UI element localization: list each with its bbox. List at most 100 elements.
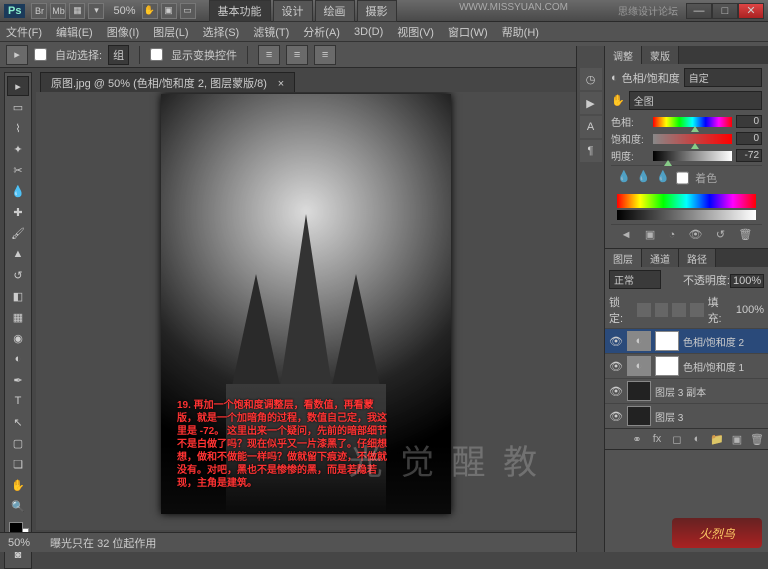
eyedrop-tool[interactable]: 💧 bbox=[7, 181, 29, 201]
dodge-tool[interactable]: ◐ bbox=[7, 349, 29, 369]
mask-tab[interactable]: 蒙版 bbox=[642, 46, 679, 64]
vis-icon[interactable]: 👁 bbox=[609, 335, 623, 348]
clip-icon[interactable]: ◔ bbox=[669, 229, 676, 241]
mb-icon[interactable]: Mb bbox=[50, 3, 66, 19]
align-icon3[interactable]: ≡ bbox=[314, 45, 336, 65]
align-icon2[interactable]: ≡ bbox=[286, 45, 308, 65]
vis-icon[interactable]: 👁 bbox=[609, 410, 623, 423]
dropper2-icon[interactable]: 💧 bbox=[637, 170, 651, 186]
new-layer-icon[interactable]: ▣ bbox=[730, 432, 744, 446]
vis-icon[interactable]: 👁 bbox=[609, 360, 623, 373]
layers-tab[interactable]: 图层 bbox=[605, 249, 642, 267]
auto-select-check[interactable] bbox=[34, 48, 47, 61]
range-icon[interactable]: ✋ bbox=[611, 94, 625, 107]
lock-all-icon[interactable] bbox=[690, 303, 704, 317]
adj-tab[interactable]: 调整 bbox=[605, 46, 642, 64]
close-button[interactable]: ✕ bbox=[738, 3, 764, 19]
lig-slider[interactable] bbox=[653, 151, 732, 161]
wand-tool[interactable]: ✦ bbox=[7, 139, 29, 159]
zoom-dd-icon[interactable]: ▾ bbox=[88, 3, 104, 19]
eye-icon[interactable]: 👁 bbox=[689, 228, 703, 241]
hue-value[interactable]: 0 bbox=[736, 115, 762, 128]
hand-tool[interactable]: ✋ bbox=[7, 475, 29, 495]
move-tool-icon[interactable]: ▸ bbox=[6, 45, 28, 65]
expand-icon[interactable]: ▣ bbox=[645, 228, 655, 241]
lasso-tool[interactable]: ⌇ bbox=[7, 118, 29, 138]
close-doc-icon[interactable]: × bbox=[278, 78, 284, 90]
menu-3d[interactable]: 3D(D) bbox=[354, 26, 383, 38]
strip-actions-icon[interactable]: ▶ bbox=[580, 92, 602, 114]
paths-tab[interactable]: 路径 bbox=[679, 249, 716, 267]
layer-thumb[interactable]: ◐ bbox=[627, 331, 651, 351]
eraser-tool[interactable]: ◧ bbox=[7, 286, 29, 306]
layer-mask[interactable] bbox=[655, 331, 679, 351]
layer-thumb[interactable] bbox=[627, 381, 651, 401]
fx-icon[interactable]: fx bbox=[650, 432, 664, 446]
view-icon[interactable]: ▦ bbox=[69, 3, 85, 19]
shape-tool[interactable]: ▢ bbox=[7, 433, 29, 453]
strip-para-icon[interactable]: ¶ bbox=[580, 140, 602, 162]
blend-mode-dd[interactable]: 正常 bbox=[609, 270, 661, 289]
fill-value[interactable]: 100% bbox=[736, 304, 764, 316]
link-icon[interactable]: ⚭ bbox=[630, 432, 644, 446]
lock-pix-icon[interactable] bbox=[655, 303, 669, 317]
layer-row[interactable]: 👁 ◐ 色相/饱和度 1 bbox=[605, 353, 768, 378]
auto-select-dd[interactable]: 组 bbox=[108, 45, 129, 65]
lig-value[interactable]: -72 bbox=[736, 149, 762, 162]
document-tab[interactable]: 原图.jpg @ 50% (色相/饱和度 2, 图层蒙版/8) × bbox=[40, 72, 295, 93]
hue-slider[interactable] bbox=[653, 117, 732, 127]
menu-help[interactable]: 帮助(H) bbox=[502, 24, 539, 40]
mask-new-icon[interactable]: ◻ bbox=[670, 432, 684, 446]
arrange-icon[interactable]: ▣ bbox=[161, 3, 177, 19]
bridge-icon[interactable]: Br bbox=[31, 3, 47, 19]
stamp-tool[interactable]: ▲ bbox=[7, 244, 29, 264]
range-dd[interactable]: 全图 bbox=[629, 91, 762, 110]
reset-icon[interactable]: ↺ bbox=[716, 228, 725, 241]
history-tool[interactable]: ↺ bbox=[7, 265, 29, 285]
layer-row[interactable]: 👁 ◐ 色相/饱和度 2 bbox=[605, 328, 768, 353]
sat-value[interactable]: 0 bbox=[736, 132, 762, 145]
layer-mask[interactable] bbox=[655, 356, 679, 376]
3d-tool[interactable]: ❏ bbox=[7, 454, 29, 474]
blur-tool[interactable]: ◉ bbox=[7, 328, 29, 348]
ws-tab-photo[interactable]: 摄影 bbox=[357, 0, 397, 22]
layer-thumb[interactable] bbox=[627, 406, 651, 426]
transform-check[interactable] bbox=[150, 48, 163, 61]
align-icon[interactable]: ≡ bbox=[258, 45, 280, 65]
heal-tool[interactable]: ✚ bbox=[7, 202, 29, 222]
menu-layer[interactable]: 图层(L) bbox=[153, 24, 188, 40]
sat-slider[interactable] bbox=[653, 134, 732, 144]
adj-new-icon[interactable]: ◐ bbox=[690, 432, 704, 446]
menu-edit[interactable]: 编辑(E) bbox=[56, 24, 93, 40]
lock-pos-icon[interactable] bbox=[672, 303, 686, 317]
strip-char-icon[interactable]: A bbox=[580, 116, 602, 138]
gradient-tool[interactable]: ▦ bbox=[7, 307, 29, 327]
max-button[interactable]: □ bbox=[712, 3, 738, 19]
path-tool[interactable]: ↖ bbox=[7, 412, 29, 432]
back-icon[interactable]: ◄ bbox=[621, 229, 632, 241]
menu-view[interactable]: 视图(V) bbox=[397, 24, 434, 40]
opacity-value[interactable]: 100% bbox=[730, 274, 764, 288]
group-icon[interactable]: 📁 bbox=[710, 432, 724, 446]
menu-filter[interactable]: 滤镜(T) bbox=[253, 24, 289, 40]
layer-row[interactable]: 👁 图层 3 bbox=[605, 403, 768, 428]
marquee-tool[interactable]: ▭ bbox=[7, 97, 29, 117]
menu-image[interactable]: 图像(I) bbox=[107, 24, 139, 40]
trash-icon[interactable]: 🗑 bbox=[738, 228, 752, 241]
crop-tool[interactable]: ✂ bbox=[7, 160, 29, 180]
brush-tool[interactable]: 🖌 bbox=[7, 223, 29, 243]
layer-thumb[interactable]: ◐ bbox=[627, 356, 651, 376]
channels-tab[interactable]: 通道 bbox=[642, 249, 679, 267]
ws-tab-design[interactable]: 设计 bbox=[273, 0, 313, 22]
type-tool[interactable]: T bbox=[7, 391, 29, 411]
lock-trans-icon[interactable] bbox=[637, 303, 651, 317]
menu-file[interactable]: 文件(F) bbox=[6, 24, 42, 40]
menu-select[interactable]: 选择(S) bbox=[203, 24, 240, 40]
zoom-tool[interactable]: 🔍 bbox=[7, 496, 29, 516]
hand-icon[interactable]: ✋ bbox=[142, 3, 158, 19]
pen-tool[interactable]: ✒ bbox=[7, 370, 29, 390]
colorize-check[interactable] bbox=[676, 170, 689, 186]
layer-row[interactable]: 👁 图层 3 副本 bbox=[605, 378, 768, 403]
menu-analysis[interactable]: 分析(A) bbox=[303, 24, 340, 40]
strip-history-icon[interactable]: ◷ bbox=[580, 68, 602, 90]
